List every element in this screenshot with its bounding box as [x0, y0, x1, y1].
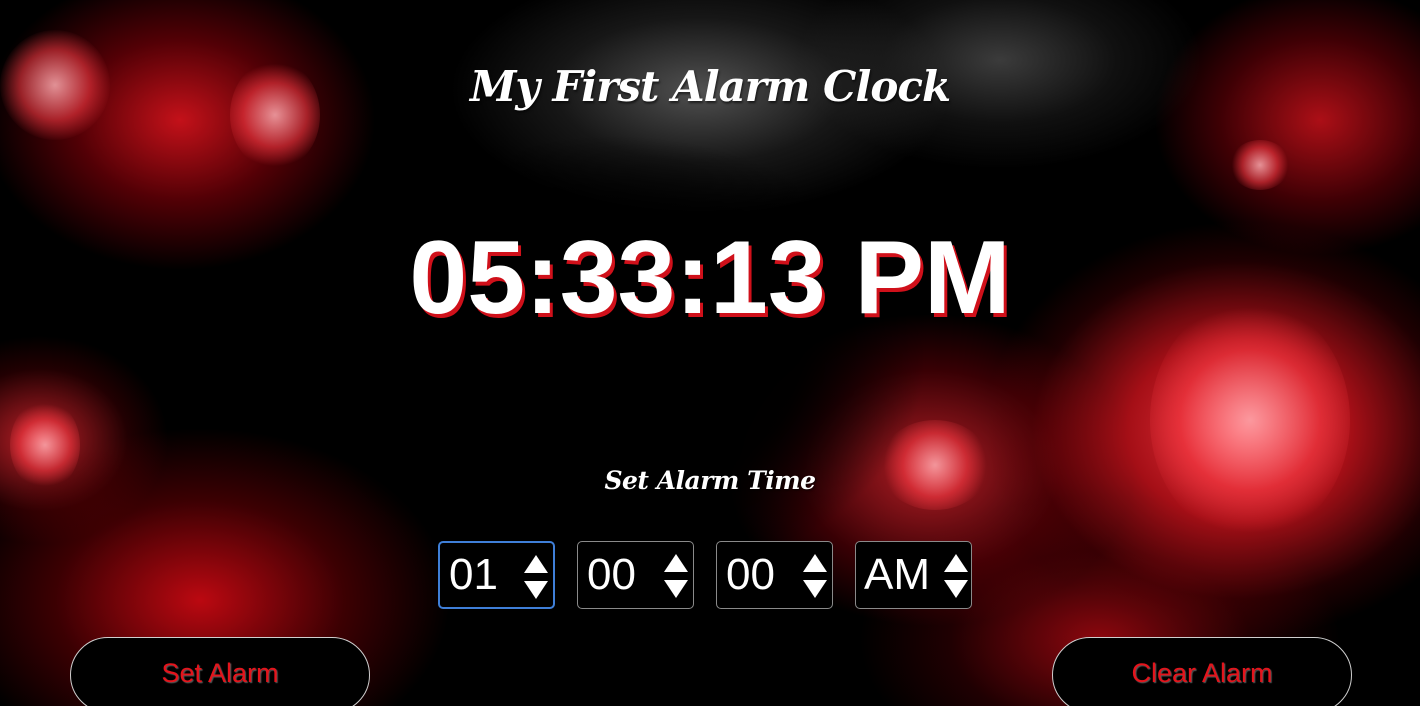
- second-select[interactable]: 00: [716, 541, 833, 609]
- hour-value: 01: [449, 550, 498, 599]
- current-time-display: 05:33:13 PM: [409, 220, 1011, 336]
- up-down-arrows-icon[interactable]: [943, 552, 969, 600]
- up-down-arrows-icon[interactable]: [523, 553, 549, 601]
- set-alarm-heading: Set Alarm Time: [604, 466, 816, 495]
- hour-select[interactable]: 01: [438, 541, 555, 609]
- minute-value: 00: [587, 550, 636, 599]
- background-flower-decoration: [880, 420, 990, 510]
- page-title: My First Alarm Clock: [469, 62, 951, 111]
- clear-alarm-button[interactable]: Clear Alarm: [1052, 637, 1352, 706]
- set-alarm-button[interactable]: Set Alarm: [70, 637, 370, 706]
- background-flower-decoration: [1230, 140, 1290, 190]
- period-select[interactable]: AM: [855, 541, 972, 609]
- period-value: AM: [864, 550, 930, 599]
- up-down-arrows-icon[interactable]: [663, 552, 689, 600]
- second-value: 00: [726, 550, 775, 599]
- app-background: My First Alarm Clock 05:33:13 PM Set Ala…: [0, 0, 1420, 706]
- up-down-arrows-icon[interactable]: [802, 552, 828, 600]
- alarm-time-pickers: 01 00 00 AM: [438, 541, 972, 611]
- minute-select[interactable]: 00: [577, 541, 694, 609]
